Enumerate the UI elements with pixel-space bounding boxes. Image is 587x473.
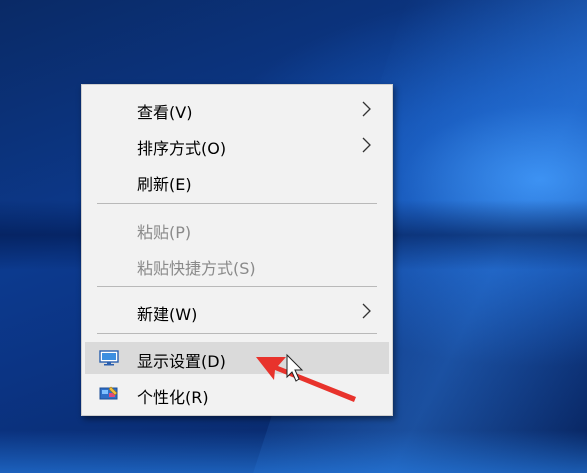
menu-item-paste[interactable]: 粘贴(P) [85,213,389,245]
menu-item-personalize[interactable]: 个性化(R) [85,378,389,410]
chevron-right-icon [362,303,371,319]
desktop-context-menu: 查看(V) 排序方式(O) 刷新(E) 粘贴(P) 粘贴快捷方式(S) 新建(W… [81,84,393,416]
menu-item-label: 个性化(R) [137,388,209,407]
menu-separator [97,203,377,204]
display-icon [99,350,119,366]
menu-item-label: 查看(V) [137,103,193,122]
menu-item-paste-shortcut[interactable]: 粘贴快捷方式(S) [85,249,389,281]
menu-item-display-settings[interactable]: 显示设置(D) [85,342,389,374]
wallpaper-bottom-glow [0,430,587,473]
menu-item-refresh[interactable]: 刷新(E) [85,165,389,197]
menu-item-label: 排序方式(O) [137,139,227,158]
menu-separator [97,286,377,287]
menu-item-view[interactable]: 查看(V) [85,93,389,125]
chevron-right-icon [362,137,371,153]
menu-separator [97,333,377,334]
menu-item-sort-by[interactable]: 排序方式(O) [85,129,389,161]
chevron-right-icon [362,101,371,117]
menu-item-label: 粘贴(P) [137,223,192,242]
menu-item-label: 新建(W) [137,305,198,324]
menu-item-label: 显示设置(D) [137,352,226,371]
menu-item-label: 刷新(E) [137,175,192,194]
menu-item-label: 粘贴快捷方式(S) [137,259,256,278]
menu-item-new[interactable]: 新建(W) [85,295,389,327]
personalize-icon [99,386,118,400]
